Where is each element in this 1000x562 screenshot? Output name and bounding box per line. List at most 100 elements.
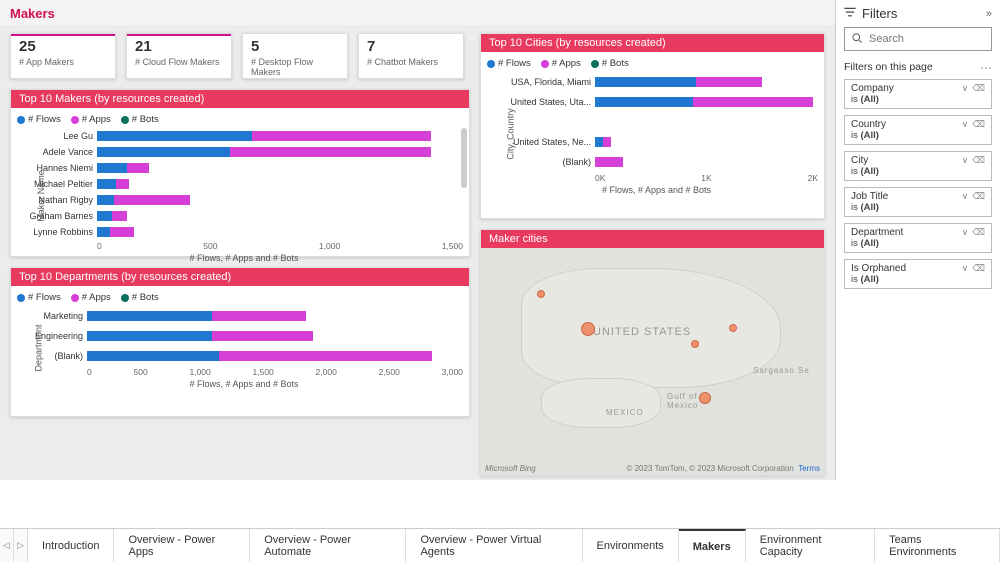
bar-segment[interactable] — [97, 195, 114, 205]
chevron-down-icon[interactable]: ∨ — [962, 227, 969, 238]
bar-segment[interactable] — [252, 131, 431, 141]
filters-search-input[interactable] — [869, 33, 985, 45]
kpi-label: # Cloud Flow Makers — [135, 57, 223, 67]
map-terms-link[interactable]: Terms — [798, 464, 820, 473]
report-tab[interactable]: Environments — [583, 529, 679, 562]
bar-segment[interactable] — [97, 147, 230, 157]
filter-field-name: Company — [851, 83, 894, 94]
bar-row: Graham Barnes — [25, 209, 463, 223]
map-point[interactable] — [537, 290, 545, 298]
chevron-down-icon[interactable]: ∨ — [962, 83, 969, 94]
report-tab[interactable]: Makers — [679, 529, 746, 562]
bar-segment[interactable] — [116, 179, 129, 189]
report-tab[interactable]: Overview - Power Apps — [114, 529, 250, 562]
report-tab[interactable]: Teams Environments — [875, 529, 1000, 562]
kpi-card[interactable]: 7# Chatbot Makers — [358, 33, 464, 79]
map-label-sargasso: Sargasso Se — [753, 366, 810, 375]
bar-segment[interactable] — [595, 157, 623, 167]
clear-filter-icon[interactable]: ⌫ — [972, 191, 985, 202]
bar-segment[interactable] — [114, 195, 189, 205]
tabs-scroll-left[interactable]: ◁ — [0, 529, 14, 562]
bar-segment[interactable] — [87, 331, 212, 341]
bar-segment[interactable] — [112, 211, 127, 221]
map-point[interactable] — [699, 392, 711, 404]
chevron-down-icon[interactable]: ∨ — [962, 263, 969, 274]
bar-row: Michael Peltier — [25, 177, 463, 191]
kpi-card[interactable]: 21# Cloud Flow Makers — [126, 33, 232, 79]
kpi-value: 5 — [251, 38, 339, 55]
filters-title: Filters — [862, 6, 897, 21]
map[interactable]: UNITED STATES MEXICO Gulf of Mexico Sarg… — [481, 248, 824, 475]
report-tab[interactable]: Overview - Power Automate — [250, 529, 406, 562]
map-label-mexico: MEXICO — [606, 408, 644, 417]
maker-cities-title: Maker cities — [481, 230, 824, 248]
chevron-down-icon[interactable]: ∨ — [962, 191, 969, 202]
bar-segment[interactable] — [212, 331, 312, 341]
bar-segment[interactable] — [97, 131, 252, 141]
bar-segment[interactable] — [693, 97, 813, 107]
axis-tick: 1K — [701, 173, 711, 183]
bar-segment[interactable] — [110, 227, 134, 237]
report-tab[interactable]: Introduction — [28, 529, 114, 562]
kpi-card[interactable]: 25# App Makers — [10, 33, 116, 79]
filter-card[interactable]: Job Title∨⌫is (All) — [844, 187, 992, 217]
makers-ylabel: Maker Name — [36, 170, 46, 222]
bar-segment[interactable] — [595, 77, 696, 87]
bar-segment[interactable] — [127, 163, 149, 173]
bar-segment[interactable] — [603, 137, 610, 147]
clear-filter-icon[interactable]: ⌫ — [972, 83, 985, 94]
top-cities-card: Top 10 Cities (by resources created) # F… — [480, 33, 825, 219]
tabs-scroll-right[interactable]: ▷ — [14, 529, 28, 562]
axis-tick: 1,500 — [253, 367, 274, 377]
depts-axis-title: # Flows, # Apps and # Bots — [25, 379, 463, 389]
bar-segment[interactable] — [87, 351, 219, 361]
legend-label-bots: # Bots — [132, 114, 159, 125]
clear-filter-icon[interactable]: ⌫ — [972, 263, 985, 274]
bar-segment[interactable] — [595, 97, 693, 107]
filter-card[interactable]: Company ∨⌫is (All) — [844, 79, 992, 109]
filter-value: is (All) — [851, 238, 985, 249]
bar-label: Marketing — [25, 311, 87, 321]
filter-card[interactable]: Is Orphaned∨⌫is (All) — [844, 259, 992, 289]
report-tab[interactable]: Environment Capacity — [746, 529, 875, 562]
collapse-filters-icon[interactable]: » — [986, 8, 992, 20]
bar-segment[interactable] — [595, 137, 603, 147]
axis-tick: 0 — [97, 241, 102, 251]
filters-search[interactable] — [844, 27, 992, 51]
top-departments-card: Top 10 Departments (by resources created… — [10, 267, 470, 417]
filter-value: is (All) — [851, 202, 985, 213]
bar-segment[interactable] — [97, 227, 110, 237]
bar-segment[interactable] — [219, 351, 432, 361]
kpi-card[interactable]: 5# Desktop Flow Makers — [242, 33, 348, 79]
report-tab[interactable]: Overview - Power Virtual Agents — [406, 529, 582, 562]
axis-tick: 1,000 — [189, 367, 210, 377]
axis-tick: 2,000 — [316, 367, 337, 377]
bar-segment[interactable] — [97, 179, 116, 189]
bar-segment[interactable] — [87, 311, 212, 321]
map-point[interactable] — [581, 322, 595, 336]
bar-row: Lee Gu — [25, 129, 463, 143]
bar-segment[interactable] — [97, 211, 112, 221]
bar-segment[interactable] — [212, 311, 306, 321]
chart-legend: # Flows # Apps # Bots — [17, 114, 463, 125]
bar-row: Engineering — [25, 327, 463, 345]
chevron-down-icon[interactable]: ∨ — [962, 155, 969, 166]
bar-row: Adele Vance — [25, 145, 463, 159]
map-point[interactable] — [691, 340, 699, 348]
filter-card[interactable]: Department∨⌫is (All) — [844, 223, 992, 253]
map-point[interactable] — [729, 324, 737, 332]
filter-card[interactable]: City∨⌫is (All) — [844, 151, 992, 181]
bar-segment[interactable] — [230, 147, 430, 157]
clear-filter-icon[interactable]: ⌫ — [972, 227, 985, 238]
filter-card[interactable]: Country∨⌫is (All) — [844, 115, 992, 145]
clear-filter-icon[interactable]: ⌫ — [972, 119, 985, 130]
cities-ylabel: City, Country — [506, 108, 516, 159]
clear-filter-icon[interactable]: ⌫ — [972, 155, 985, 166]
filter-value: is (All) — [851, 94, 985, 105]
chevron-down-icon[interactable]: ∨ — [962, 119, 969, 130]
bar-segment[interactable] — [696, 77, 762, 87]
bar-segment[interactable] — [97, 163, 127, 173]
depts-ylabel: Department — [34, 324, 44, 371]
bar-row: USA, Florida, Miami — [495, 73, 818, 91]
filters-section-more-icon[interactable]: ⋯ — [980, 61, 992, 75]
